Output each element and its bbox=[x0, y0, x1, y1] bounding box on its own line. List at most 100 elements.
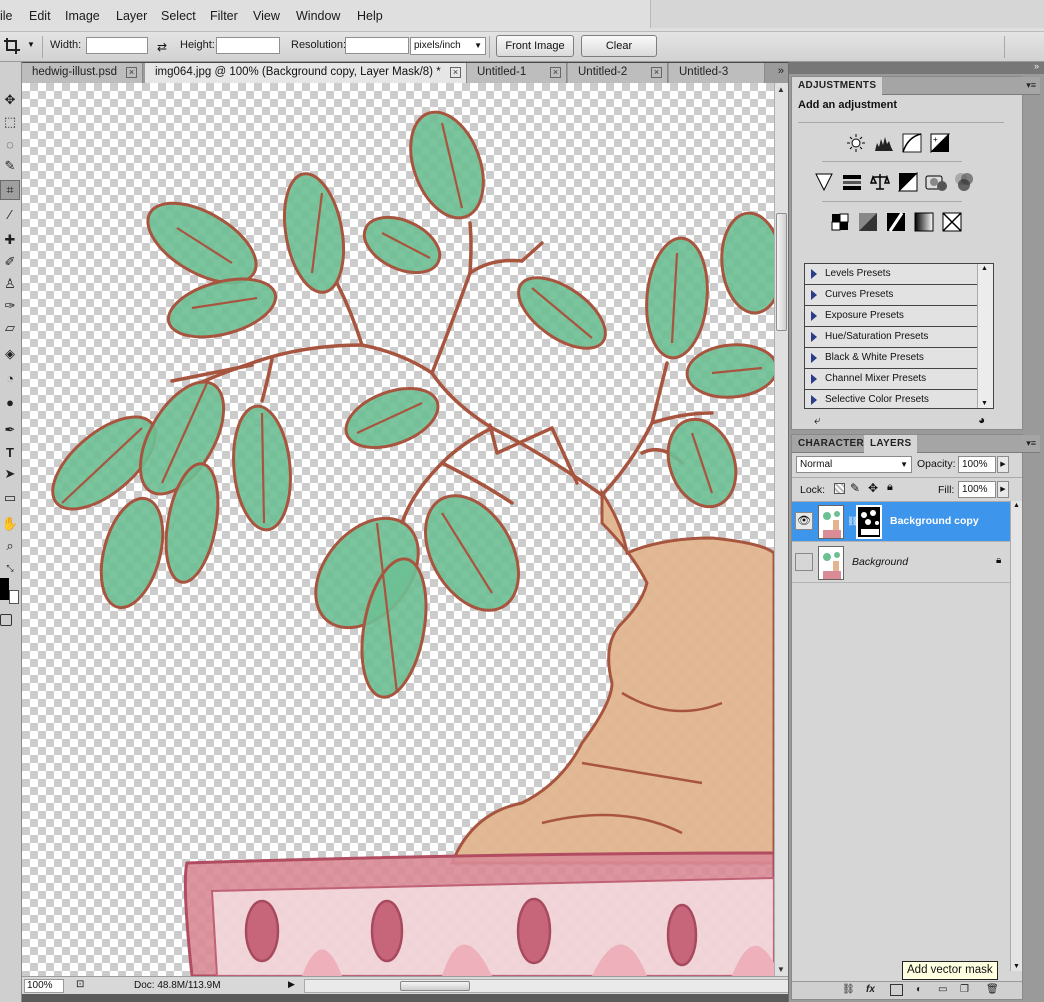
layer-thumbnail[interactable] bbox=[818, 505, 844, 539]
clear-button[interactable]: Clear bbox=[581, 35, 657, 57]
close-icon[interactable]: × bbox=[651, 67, 662, 78]
layer-mask-thumbnail[interactable] bbox=[856, 505, 882, 539]
delete-layer-icon[interactable]: 🗑︎ bbox=[986, 984, 999, 995]
preset-channel-mixer[interactable]: Channel Mixer Presets bbox=[805, 369, 977, 390]
tab-character[interactable]: CHARACTER bbox=[792, 435, 870, 453]
menu-edit[interactable]: Edit bbox=[29, 9, 51, 23]
resolution-unit-select[interactable]: pixels/inch ▼ bbox=[410, 37, 486, 55]
close-icon[interactable]: × bbox=[450, 67, 461, 78]
menu-select[interactable]: Select bbox=[161, 9, 196, 23]
new-layer-icon[interactable]: ❐ bbox=[960, 984, 969, 995]
layer-row-background[interactable]: Background 🔒︎ bbox=[792, 543, 1022, 583]
close-icon[interactable]: × bbox=[126, 67, 137, 78]
expand-triangle-icon[interactable] bbox=[811, 395, 817, 405]
clip-to-layer-icon[interactable]: ◕ bbox=[978, 413, 985, 427]
threshold-icon[interactable] bbox=[884, 211, 908, 233]
canvas-horizontal-scrollbar[interactable] bbox=[304, 979, 794, 993]
swap-colors-icon[interactable]: ⤡ bbox=[0, 558, 20, 578]
pen-tool-icon[interactable]: ✒ bbox=[0, 420, 20, 440]
posterize-icon[interactable] bbox=[856, 211, 880, 233]
expand-triangle-icon[interactable] bbox=[811, 374, 817, 384]
front-image-button[interactable]: Front Image bbox=[496, 35, 574, 57]
tool-preset-dropdown-icon[interactable]: ▼ bbox=[27, 40, 35, 49]
clone-stamp-tool-icon[interactable]: ♙ bbox=[0, 274, 20, 294]
paint-bucket-tool-icon[interactable]: ◈ bbox=[0, 344, 20, 364]
collapse-panels-icon[interactable]: » bbox=[1034, 61, 1039, 71]
crop-tool-icon[interactable] bbox=[3, 37, 21, 55]
blend-mode-select[interactable]: Normal ▼ bbox=[796, 456, 912, 473]
menu-layer[interactable]: Layer bbox=[116, 9, 147, 23]
blur-tool-icon[interactable]: ◔ bbox=[0, 368, 20, 388]
quick-select-tool-icon[interactable]: ✎ bbox=[0, 156, 20, 176]
scrollbar-thumb[interactable] bbox=[400, 981, 470, 991]
lasso-tool-icon[interactable]: ◌ bbox=[0, 134, 20, 154]
brightness-contrast-icon[interactable] bbox=[844, 132, 868, 154]
scroll-up-icon[interactable]: ▲ bbox=[981, 265, 988, 272]
status-menu-arrow-icon[interactable]: ▶ bbox=[288, 979, 295, 990]
path-selection-tool-icon[interactable]: ➤ bbox=[0, 464, 20, 484]
panel-menu-icon[interactable]: ▾≡ bbox=[1026, 438, 1036, 449]
expand-triangle-icon[interactable] bbox=[811, 311, 817, 321]
fill-input[interactable]: 100% bbox=[958, 481, 996, 498]
brush-tool-icon[interactable]: ✐ bbox=[0, 252, 20, 272]
tab-untitled-2[interactable]: Untitled-2 × bbox=[568, 63, 668, 83]
scroll-down-icon[interactable]: ▼ bbox=[981, 400, 988, 407]
scroll-up-icon[interactable]: ▲ bbox=[1013, 502, 1020, 509]
layer-name[interactable]: Background bbox=[852, 556, 908, 568]
layer-style-icon[interactable]: fx bbox=[866, 984, 875, 995]
eraser-tool-icon[interactable]: ▱ bbox=[0, 318, 20, 338]
lock-pixels-icon[interactable]: ✎ bbox=[850, 481, 860, 495]
history-brush-tool-icon[interactable]: ✑ bbox=[0, 296, 20, 316]
expand-triangle-icon[interactable] bbox=[811, 353, 817, 363]
healing-brush-tool-icon[interactable]: ✚ bbox=[0, 230, 20, 250]
crop-tool-icon[interactable]: ⌗ bbox=[0, 180, 20, 200]
link-layers-icon[interactable]: ⛓︎ bbox=[842, 984, 855, 995]
preset-black-white[interactable]: Black & White Presets bbox=[805, 348, 977, 369]
rectangle-tool-icon[interactable]: ▭ bbox=[0, 488, 20, 508]
close-icon[interactable]: × bbox=[550, 67, 561, 78]
preset-selective-color[interactable]: Selective Color Presets bbox=[805, 390, 977, 411]
scroll-up-icon[interactable]: ▲ bbox=[777, 85, 785, 94]
layers-scrollbar[interactable]: ▲ ▼ bbox=[1010, 501, 1022, 971]
color-balance-icon[interactable] bbox=[868, 171, 892, 193]
move-tool-icon[interactable]: ✥ bbox=[0, 90, 20, 110]
tab-layers[interactable]: LAYERS bbox=[864, 435, 918, 453]
exposure-icon[interactable]: + bbox=[928, 132, 952, 154]
lock-transparency-icon[interactable] bbox=[834, 483, 845, 494]
invert-icon[interactable] bbox=[828, 211, 852, 233]
menu-file[interactable]: ile bbox=[0, 9, 13, 23]
menu-filter[interactable]: Filter bbox=[210, 9, 238, 23]
tab-hedwig-illust[interactable]: hedwig-illust.psd × bbox=[22, 63, 143, 83]
status-options-icon[interactable]: ⊡ bbox=[76, 979, 84, 990]
menu-image[interactable]: Image bbox=[65, 9, 100, 23]
document-canvas[interactable] bbox=[22, 83, 774, 976]
layer-row-background-copy[interactable]: 👁︎ ⛓︎ Background copy bbox=[792, 502, 1022, 542]
type-tool-icon[interactable]: T bbox=[0, 442, 20, 462]
selective-color-icon[interactable] bbox=[940, 211, 964, 233]
gradient-map-icon[interactable] bbox=[912, 211, 936, 233]
preset-levels[interactable]: Levels Presets bbox=[805, 264, 977, 285]
photo-filter-icon[interactable] bbox=[924, 171, 948, 193]
menu-view[interactable]: View bbox=[253, 9, 280, 23]
return-to-list-icon[interactable]: ⤶ bbox=[814, 413, 821, 428]
scroll-down-icon[interactable]: ▼ bbox=[1013, 963, 1020, 970]
add-vector-mask-icon[interactable] bbox=[890, 984, 903, 996]
canvas-vertical-scrollbar[interactable]: ▲ ▼ bbox=[774, 83, 788, 976]
marquee-tool-icon[interactable]: ⬚ bbox=[0, 112, 20, 132]
zoom-level-field[interactable]: 100% bbox=[24, 979, 64, 993]
lock-position-icon[interactable]: ✥ bbox=[868, 481, 878, 495]
width-input[interactable] bbox=[86, 37, 148, 54]
expand-triangle-icon[interactable] bbox=[811, 290, 817, 300]
tabs-overflow-icon[interactable]: » bbox=[778, 65, 784, 77]
curves-icon[interactable] bbox=[900, 132, 924, 154]
eyedropper-tool-icon[interactable]: ⁄ bbox=[0, 204, 20, 224]
panel-menu-icon[interactable]: ▾≡ bbox=[1026, 80, 1036, 91]
menu-window[interactable]: Window bbox=[296, 9, 340, 23]
adjustment-layer-icon[interactable]: ◐ bbox=[916, 984, 922, 995]
opacity-input[interactable]: 100% bbox=[958, 456, 996, 473]
background-color-swatch[interactable] bbox=[9, 590, 19, 604]
visibility-toggle[interactable] bbox=[795, 553, 813, 571]
hue-saturation-icon[interactable] bbox=[840, 171, 864, 193]
swap-arrows-icon[interactable]: ⇄ bbox=[157, 40, 167, 54]
quick-mask-icon[interactable] bbox=[0, 614, 12, 626]
